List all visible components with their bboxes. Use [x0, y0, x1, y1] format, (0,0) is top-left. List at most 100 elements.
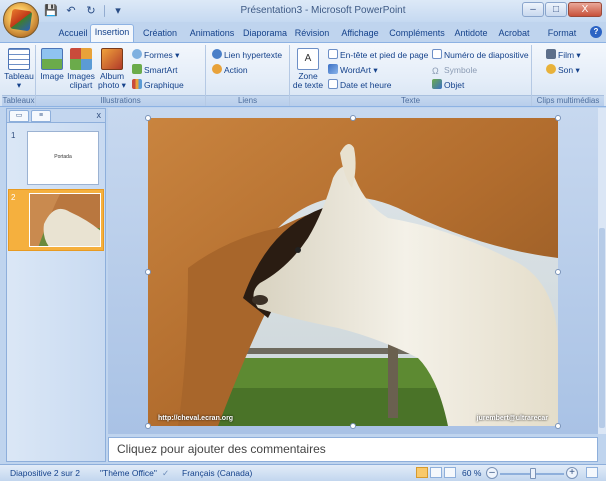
album-label-2: photo ▾ — [98, 80, 126, 90]
resize-handle[interactable] — [555, 423, 561, 429]
slide-thumbnail-1-title: Portada — [54, 154, 72, 160]
photo-album-icon — [101, 48, 123, 70]
outline-tab[interactable]: ≡ — [31, 110, 51, 122]
minimize-button[interactable]: – — [522, 2, 544, 17]
tab-accueil[interactable]: Accueil — [52, 26, 94, 42]
numero-diapositive-button[interactable]: Numéro de diapositive — [432, 49, 529, 61]
maximize-button[interactable]: □ — [545, 2, 567, 17]
slide-thumbnail-1[interactable]: Portada — [27, 131, 99, 185]
group-illustrations: Image Images clipart Album photo ▾ Formes … — [36, 45, 206, 106]
date-heure-button[interactable]: Date et heure — [328, 79, 392, 91]
zone-de-texte-button[interactable]: A Zone de texte — [292, 47, 324, 90]
dropdown-arrow: ▾ — [16, 80, 22, 90]
group-texte: A Zone de texte En-tête et pied de page W… — [290, 45, 532, 106]
formes-button[interactable]: Formes ▾ — [132, 49, 179, 61]
lien-hypertexte-button[interactable]: Lien hypertexte — [212, 49, 282, 61]
chart-icon — [132, 79, 142, 89]
title-bar: 💾 ↶ ↻ ▾ Présentation3 - Microsoft PowerP… — [0, 0, 606, 22]
resize-handle[interactable] — [145, 423, 151, 429]
slide-photo[interactable]: http://cheval.ecran.org jurembert@ultrar… — [148, 118, 558, 426]
tab-insertion[interactable]: Insertion — [90, 24, 134, 43]
resize-handle[interactable] — [145, 115, 151, 121]
clipart-button[interactable]: Images clipart — [66, 47, 96, 90]
calendar-icon — [328, 79, 338, 89]
smartart-icon — [132, 64, 142, 74]
table-icon — [8, 48, 30, 70]
object-icon — [432, 79, 442, 89]
entete-button[interactable]: En-tête et pied de page — [328, 49, 428, 61]
ribbon-tabs: Accueil Insertion Création Animations Di… — [0, 22, 606, 43]
resize-handle[interactable] — [350, 423, 356, 429]
slide-thumbnail-2[interactable] — [29, 193, 101, 247]
image-label: Image — [40, 71, 64, 81]
horse-foal-picture — [148, 118, 558, 426]
objet-button[interactable]: Objet — [432, 79, 464, 91]
status-theme: "Thème Office" — [100, 468, 157, 478]
zoom-in-icon[interactable]: + — [566, 467, 578, 479]
normal-view-icon[interactable] — [416, 467, 428, 478]
film-button[interactable]: Film ▾ — [546, 49, 581, 61]
smartart-button[interactable]: SmartArt — [132, 64, 178, 76]
tab-affichage[interactable]: Affichage — [336, 26, 384, 42]
tab-diaporama[interactable]: Diaporama — [240, 26, 290, 42]
header-footer-icon — [328, 49, 338, 59]
status-slide-count: Diapositive 2 sur 2 — [10, 468, 80, 478]
image-button[interactable]: Image — [38, 47, 66, 81]
slideshow-view-icon[interactable] — [444, 467, 456, 478]
formes-label: Formes ▾ — [144, 50, 180, 60]
tableau-button[interactable]: Tableau ▾ — [4, 47, 34, 90]
status-language[interactable]: Français (Canada) — [182, 468, 252, 478]
graphique-button[interactable]: Graphique — [132, 79, 184, 91]
tab-acrobat[interactable]: Acrobat — [494, 26, 534, 42]
tab-complements[interactable]: Compléments — [386, 26, 448, 42]
smartart-label: SmartArt — [144, 65, 178, 75]
sound-icon — [546, 64, 556, 74]
tab-creation[interactable]: Création — [138, 26, 182, 42]
wordart-button[interactable]: WordArt ▾ — [328, 64, 378, 76]
zoom-slider-thumb[interactable] — [530, 468, 536, 479]
slides-tab[interactable]: ▭ — [9, 110, 29, 122]
slide-number-2: 2 — [11, 193, 16, 202]
tab-animations[interactable]: Animations — [186, 26, 238, 42]
resize-handle[interactable] — [555, 269, 561, 275]
zoom-level[interactable]: 60 % — [462, 468, 481, 478]
tab-format[interactable]: Format — [542, 26, 582, 42]
group-label-illustrations: Illustrations — [36, 95, 205, 106]
album-button[interactable]: Album photo ▾ — [96, 47, 128, 90]
spellcheck-icon[interactable]: ✓ — [162, 468, 169, 479]
clipart-icon — [70, 48, 92, 70]
office-button[interactable] — [3, 2, 39, 38]
tab-revision[interactable]: Révision — [290, 26, 334, 42]
numero-label: Numéro de diapositive — [444, 50, 529, 60]
resize-handle[interactable] — [555, 115, 561, 121]
hyperlink-icon — [212, 49, 222, 59]
slide-number-1: 1 — [11, 131, 16, 140]
action-icon — [212, 64, 222, 74]
zoom-out-icon[interactable]: – — [486, 467, 498, 479]
notes-pane[interactable]: Cliquez pour ajouter des commentaires — [108, 437, 598, 462]
son-button[interactable]: Son ▾ — [546, 64, 580, 76]
resize-handle[interactable] — [350, 115, 356, 121]
resize-handle[interactable] — [145, 269, 151, 275]
lien-label: Lien hypertexte — [224, 50, 283, 60]
window-controls: – □ X — [522, 2, 602, 17]
pane-tabs: ▭ ≡ x — [7, 109, 105, 123]
group-tableaux: Tableau ▾ Tableaux — [2, 45, 36, 106]
entete-label: En-tête et pied de page — [340, 50, 429, 60]
group-clips-multimedias: Film ▾ Son ▾ Clips multimédias — [532, 45, 604, 106]
slide-sorter-view-icon[interactable] — [430, 467, 442, 478]
fit-to-window-icon[interactable] — [586, 467, 598, 478]
graphique-label: Graphique — [144, 80, 184, 90]
group-label-tableaux: Tableaux — [2, 95, 35, 106]
window-title: Présentation3 - Microsoft PowerPoint — [240, 5, 406, 16]
action-button[interactable]: Action — [212, 64, 248, 76]
vertical-scrollbar[interactable] — [598, 108, 606, 434]
scrollbar-thumb[interactable] — [599, 228, 605, 428]
symbole-button[interactable]: Ω Symbole — [432, 64, 477, 76]
close-button[interactable]: X — [568, 2, 602, 17]
tab-antidote[interactable]: Antidote — [450, 26, 492, 42]
shapes-icon — [132, 49, 142, 59]
film-icon — [546, 49, 556, 59]
help-icon[interactable]: ? — [590, 26, 602, 38]
pane-close-icon[interactable]: x — [97, 110, 102, 120]
